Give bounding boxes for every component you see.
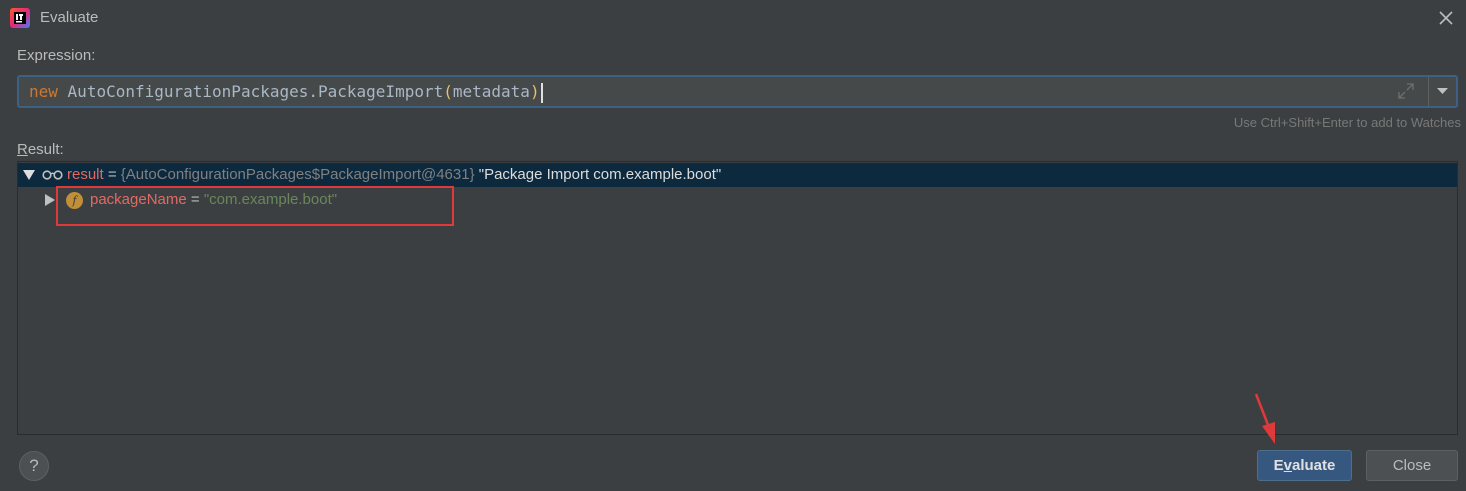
- tree-row-result[interactable]: result = {AutoConfigurationPackages$Pack…: [18, 163, 1457, 187]
- result-label-mnemonic: R: [17, 141, 28, 158]
- evaluate-label-mnemonic: v: [1283, 457, 1292, 474]
- chevron-down-icon: [1437, 88, 1448, 94]
- result-value: "Package Import com.example.boot": [474, 166, 722, 183]
- expression-field[interactable]: new AutoConfigurationPackages.PackageImp…: [17, 75, 1458, 108]
- watches-hint: Use Ctrl+Shift+Enter to add to Watches: [1233, 115, 1461, 130]
- result-row-text: result = {AutoConfigurationPackages$Pack…: [67, 163, 721, 187]
- annotation-arrow-icon: [1254, 393, 1275, 444]
- help-button[interactable]: ?: [19, 451, 49, 481]
- expression-close-paren: ): [529, 82, 540, 101]
- result-var-name: result: [67, 166, 104, 183]
- collapsed-arrow-icon[interactable]: [45, 194, 56, 206]
- close-icon[interactable]: [1437, 9, 1455, 27]
- close-button[interactable]: Close: [1366, 450, 1458, 481]
- text-caret: [540, 82, 543, 103]
- expression-keyword: new: [29, 82, 58, 101]
- expression-label: Expression:: [17, 47, 96, 64]
- watch-glasses-icon: [42, 170, 63, 180]
- window-title: Evaluate: [40, 9, 99, 26]
- annotation-highlight-box: [56, 186, 454, 226]
- expression-class-call: AutoConfigurationPackages.PackageImport: [67, 82, 444, 101]
- result-label-rest: esult:: [27, 141, 64, 158]
- title-bar: Evaluate: [0, 0, 1466, 36]
- expression-argument: metadata: [452, 82, 530, 101]
- expand-editor-icon[interactable]: [1397, 82, 1415, 100]
- history-dropdown-button[interactable]: [1429, 77, 1456, 106]
- result-equals: =: [103, 166, 121, 183]
- evaluate-button[interactable]: Evaluate: [1257, 450, 1352, 481]
- result-label: Result:: [17, 141, 64, 158]
- intellij-idea-icon: [10, 8, 30, 28]
- evaluate-label-end: aluate: [1292, 457, 1336, 474]
- expression-open-paren: (: [443, 82, 453, 101]
- expression-input[interactable]: new AutoConfigurationPackages.PackageImp…: [19, 77, 1429, 106]
- result-type: {AutoConfigurationPackages$PackageImport…: [120, 166, 475, 183]
- expanded-arrow-icon[interactable]: [23, 169, 35, 181]
- evaluate-label-start: E: [1273, 457, 1284, 474]
